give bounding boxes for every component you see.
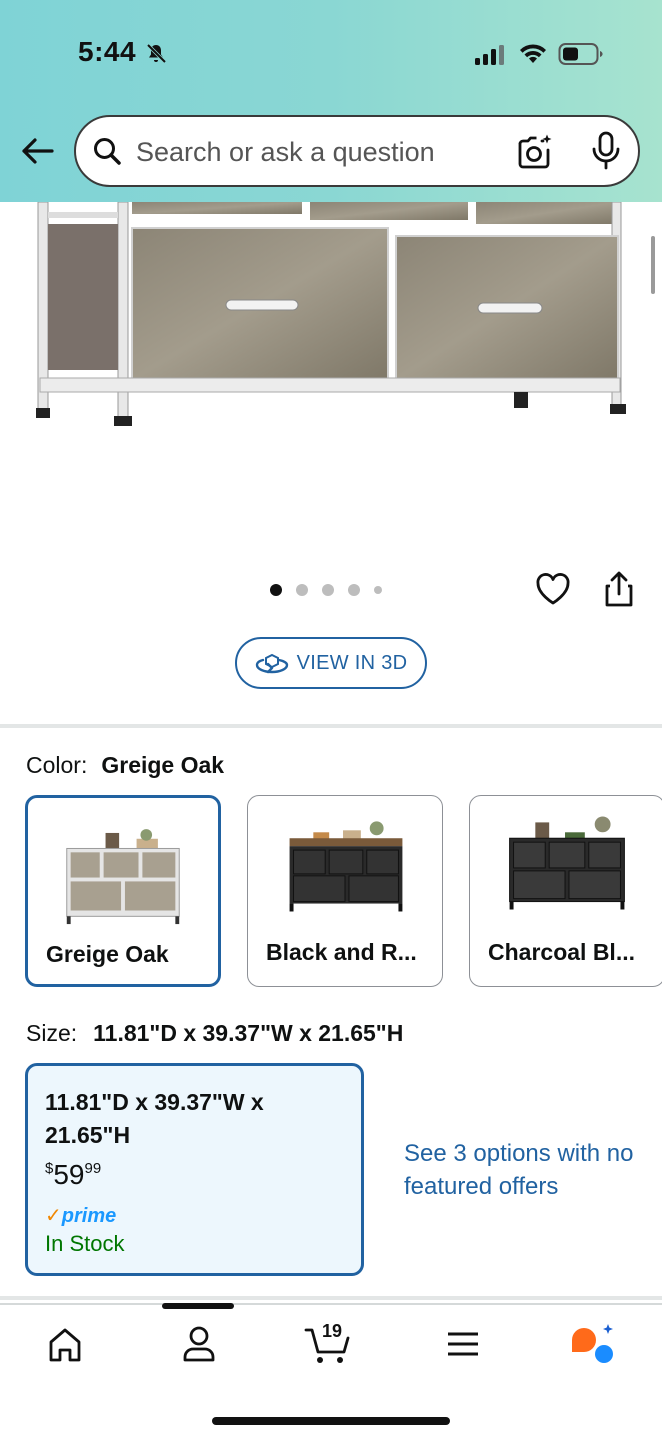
color-option-black-and-rustic[interactable]: Black and R...: [247, 795, 443, 987]
search-input[interactable]: [136, 135, 496, 169]
silent-bell-icon: [146, 43, 167, 64]
color-option-label: Greige Oak: [46, 941, 169, 967]
page-dot[interactable]: [374, 586, 382, 594]
view-in-3d-label: VIEW IN 3D: [296, 651, 408, 674]
cart-count-badge: 19: [322, 1321, 343, 1341]
search-icon: [94, 138, 121, 165]
black-rustic-dresser-thumbnail: [289, 821, 403, 912]
home-icon[interactable]: [46, 1322, 84, 1366]
page-dot[interactable]: [296, 584, 308, 596]
camera-lens-icon[interactable]: [516, 133, 554, 171]
search-bar[interactable]: [74, 115, 640, 187]
charcoal-black-dresser-thumbnail: [509, 816, 625, 910]
battery-icon: [558, 43, 603, 65]
size-label: Size:: [26, 1020, 78, 1046]
size-option-title: 11.81"D x 39.37"W x 21.65"H: [45, 1089, 264, 1148]
home-indicator[interactable]: [212, 1417, 450, 1425]
size-selected-value: 11.81"D x 39.37"W x 21.65"H: [93, 1020, 404, 1046]
menu-icon[interactable]: [446, 1322, 480, 1366]
size-option-card[interactable]: 11.81"D x 39.37"W x 21.65"H $5999 ✓prime…: [25, 1063, 364, 1276]
see-more-options-link[interactable]: See 3 options with no featured offers: [404, 1137, 644, 1203]
color-selected-value: Greige Oak: [101, 752, 225, 778]
price-whole: 59: [53, 1159, 85, 1190]
prime-check-icon: ✓: [45, 1205, 62, 1227]
color-label: Color:: [26, 752, 88, 778]
section-divider: [0, 1296, 662, 1300]
prime-label: prime: [61, 1205, 117, 1227]
heart-icon[interactable]: [534, 570, 572, 608]
dresser-photo: [36, 202, 626, 426]
status-time: 5:44: [78, 36, 137, 67]
color-option-charcoal-black[interactable]: Charcoal Bl...: [469, 795, 662, 987]
color-option-label: Charcoal Bl...: [488, 939, 635, 965]
section-divider: [0, 724, 662, 728]
availability-status: In Stock: [45, 1231, 125, 1256]
wifi-icon: [520, 44, 546, 63]
cellular-signal-icon: [475, 45, 504, 65]
rotate-3d-icon: [255, 653, 288, 674]
back-arrow-icon[interactable]: [18, 132, 56, 170]
greige-oak-dresser-thumbnail: [66, 829, 180, 925]
gallery-pagination: [270, 583, 382, 597]
size-selector-heading: Size: 11.81"D x 39.37"W x 21.65"H: [26, 1020, 403, 1047]
share-icon[interactable]: [602, 570, 636, 608]
product-image[interactable]: [0, 202, 662, 442]
price-fraction: 99: [84, 1160, 102, 1177]
color-selector-heading: Color: Greige Oak: [26, 752, 224, 779]
page-dot[interactable]: [322, 584, 334, 596]
page-dot-active[interactable]: [270, 584, 282, 596]
rufus-assistant-icon[interactable]: [568, 1322, 616, 1366]
prime-badge: ✓prime: [45, 1203, 116, 1228]
active-tab-indicator: [162, 1303, 234, 1309]
app-header: 5:44: [0, 0, 662, 202]
color-option-greige-oak[interactable]: Greige Oak: [25, 795, 221, 987]
price: $5999: [45, 1159, 101, 1191]
view-in-3d-button[interactable]: VIEW IN 3D: [235, 637, 427, 689]
color-option-label: Black and R...: [266, 939, 417, 965]
account-icon[interactable]: [180, 1322, 218, 1366]
page-dot[interactable]: [348, 584, 360, 596]
microphone-icon[interactable]: [590, 131, 622, 171]
scroll-indicator[interactable]: [651, 236, 655, 294]
